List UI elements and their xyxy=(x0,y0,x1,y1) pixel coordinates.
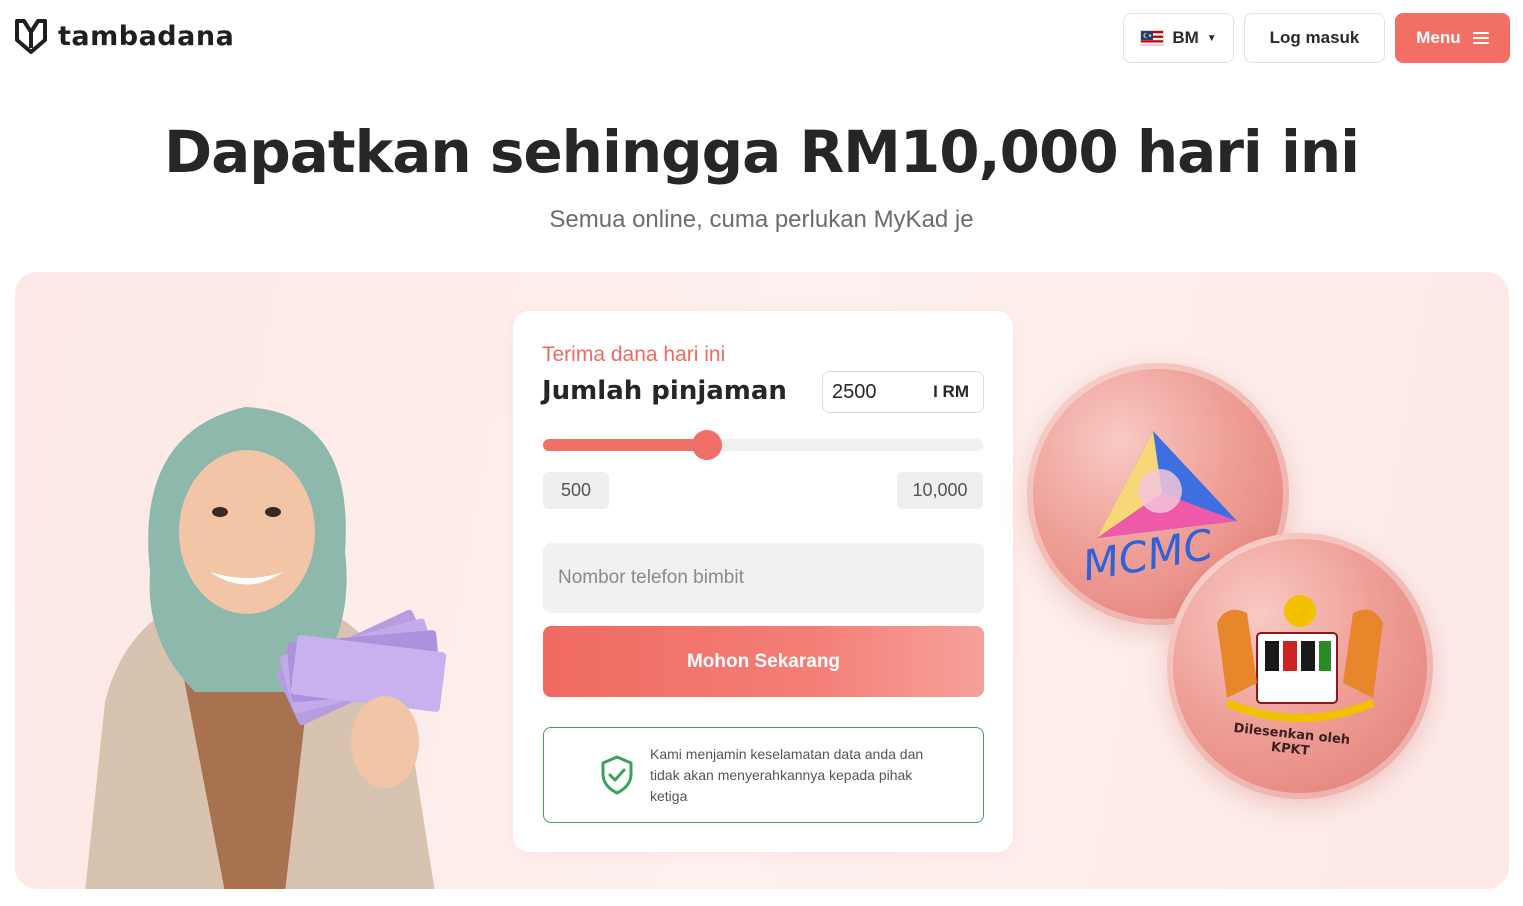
security-notice: Kami menjamin keselamatan data anda dan … xyxy=(543,727,984,823)
menu-button[interactable]: Menu xyxy=(1395,13,1510,63)
hamburger-icon xyxy=(1472,32,1489,44)
shield-check-icon xyxy=(601,755,633,795)
phone-number-field[interactable] xyxy=(543,543,984,613)
menu-label: Menu xyxy=(1416,28,1461,47)
brand-logo[interactable]: tambadana xyxy=(14,18,234,54)
brand-logo-icon xyxy=(15,19,47,54)
loan-amount-input[interactable]: 2500 I RM xyxy=(822,371,984,413)
loan-amount-value: 2500 xyxy=(832,380,877,403)
loan-application-card: Terima dana hari ini Jumlah pinjaman 250… xyxy=(513,311,1013,852)
hero-subtitle: Semua online, cuma perlukan MyKad je xyxy=(549,206,974,233)
slider-max-label: 10,000 xyxy=(897,472,983,509)
hero-title: Dapatkan sehingga RM10,000 hari ini xyxy=(163,118,1360,186)
login-button[interactable]: Log masuk xyxy=(1244,13,1385,63)
malaysia-flag-icon xyxy=(1140,30,1165,46)
currency-label: I RM xyxy=(933,382,969,401)
card-eyebrow: Terima dana hari ini xyxy=(542,343,726,366)
malaysia-coat-of-arms-icon xyxy=(1217,595,1383,722)
language-selector[interactable]: BM ▼ xyxy=(1123,13,1234,63)
site-header: tambadana BM ▼ Log masuk Menu xyxy=(0,0,1523,76)
loan-amount-slider[interactable] xyxy=(543,430,983,460)
apply-now-button[interactable]: Mohon Sekarang xyxy=(543,626,984,697)
language-label: BM xyxy=(1172,28,1199,47)
kpkt-badge xyxy=(1167,533,1433,799)
security-text: Kami menjamin keselamatan data anda dan … xyxy=(650,745,924,804)
slider-min-label: 500 xyxy=(543,472,609,509)
slider-fill xyxy=(543,439,708,451)
loan-amount-title: Jumlah pinjaman xyxy=(542,376,787,406)
slider-thumb[interactable] xyxy=(692,430,723,460)
woman-holding-cash-image xyxy=(85,407,447,889)
brand-name: tambadana xyxy=(58,20,235,52)
caret-down-icon: ▼ xyxy=(1206,32,1217,44)
